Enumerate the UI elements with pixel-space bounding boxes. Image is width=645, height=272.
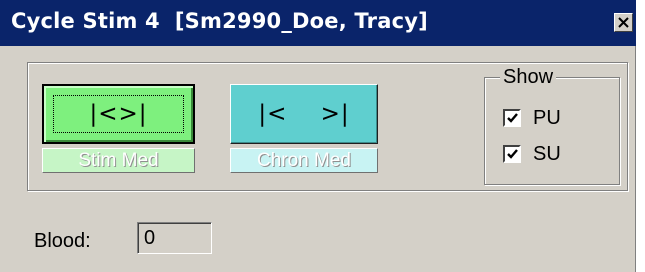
dialog-window: Cycle Stim 4 [Sm2990_Doe, Tracy] |<>| St… (0, 0, 636, 272)
chron-med-label: Chron Med (257, 149, 351, 171)
show-groupbox (484, 77, 620, 185)
blood-value-field[interactable]: 0 (137, 222, 212, 254)
close-icon (618, 17, 629, 28)
stim-med-label: Stim Med (78, 149, 159, 171)
focus-rectangle (53, 95, 184, 133)
checkmark-icon (506, 148, 518, 159)
chron-cycle-label: |< >| (258, 101, 350, 127)
pu-checkbox-row[interactable]: PU (503, 106, 561, 130)
blood-label: Blood: (34, 230, 91, 252)
chron-med-button[interactable]: Chron Med (230, 148, 378, 173)
close-button[interactable] (614, 13, 633, 32)
show-legend: Show (500, 66, 557, 88)
su-checkbox-row[interactable]: SU (503, 142, 561, 166)
su-checkbox-label: SU (533, 142, 561, 165)
stim-med-button[interactable]: Stim Med (42, 148, 195, 173)
chron-cycle-button[interactable]: |< >| (230, 84, 378, 144)
su-checkbox[interactable] (503, 145, 521, 163)
pu-checkbox[interactable] (503, 109, 521, 127)
title-bar[interactable]: Cycle Stim 4 [Sm2990_Doe, Tracy] (0, 0, 636, 46)
pu-checkbox-label: PU (533, 106, 561, 129)
window-title: Cycle Stim 4 [Sm2990_Doe, Tracy] (11, 9, 428, 33)
checkmark-icon (506, 112, 518, 123)
stim-cycle-button[interactable]: |<>| (42, 84, 195, 144)
